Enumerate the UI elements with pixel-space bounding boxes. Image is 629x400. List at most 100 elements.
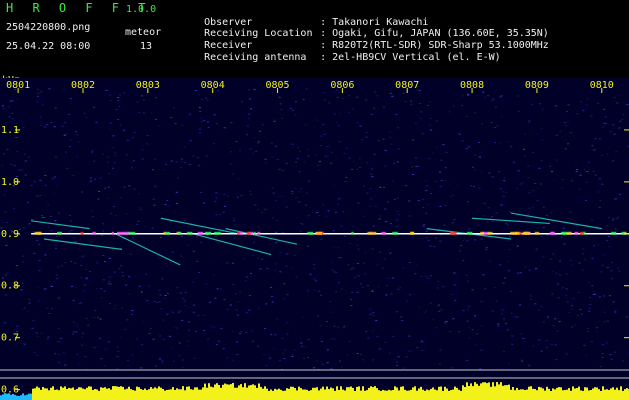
noise-speckle <box>451 222 454 224</box>
activity-bar <box>574 388 576 400</box>
noise-speckle <box>257 142 260 144</box>
activity-bar <box>452 389 454 400</box>
activity-bar <box>400 386 402 400</box>
noise-speckle <box>253 137 256 139</box>
noise-speckle <box>192 250 195 252</box>
noise-speckle <box>376 264 379 266</box>
noise-speckle <box>196 261 199 262</box>
activity-bar <box>424 390 426 400</box>
noise-speckle <box>581 269 584 271</box>
noise-speckle <box>133 131 136 133</box>
noise-speckle <box>335 272 338 274</box>
noise-speckle <box>599 366 602 368</box>
noise-speckle <box>285 254 288 256</box>
activity-bar <box>326 386 328 400</box>
noise-speckle <box>125 213 128 215</box>
activity-bar <box>278 388 280 400</box>
noise-speckle <box>335 211 337 213</box>
noise-speckle <box>565 124 568 126</box>
noise-speckle <box>535 133 538 135</box>
noise-speckle <box>119 94 122 96</box>
noise-speckle <box>160 308 163 310</box>
noise-speckle <box>369 205 372 207</box>
noise-speckle <box>616 102 619 104</box>
activity-bar <box>570 390 572 400</box>
activity-bar <box>270 389 272 400</box>
noise-speckle <box>588 282 591 284</box>
noise-speckle <box>367 337 370 339</box>
noise-speckle <box>348 95 351 97</box>
activity-bar <box>152 388 154 400</box>
noise-speckle <box>459 250 461 252</box>
noise-speckle <box>107 341 110 343</box>
noise-speckle <box>196 157 199 159</box>
carrier-hotspot <box>410 231 415 235</box>
noise-speckle <box>316 119 319 121</box>
noise-speckle <box>101 153 104 155</box>
noise-speckle <box>189 140 192 142</box>
noise-speckle <box>331 269 334 271</box>
noise-speckle <box>519 304 522 306</box>
noise-speckle <box>497 323 500 325</box>
noise-speckle <box>155 97 158 99</box>
noise-speckle <box>39 124 42 126</box>
noise-speckle <box>558 320 561 322</box>
noise-speckle <box>133 188 136 190</box>
noise-speckle <box>71 285 74 287</box>
activity-bar <box>526 389 528 400</box>
noise-speckle <box>244 236 247 238</box>
noise-speckle <box>467 94 470 96</box>
noise-speckle <box>50 122 53 124</box>
activity-bar <box>92 390 94 400</box>
activity-bar <box>440 386 442 400</box>
carrier-hotspot <box>239 231 243 235</box>
activity-bar <box>244 383 246 400</box>
noise-speckle <box>21 282 24 284</box>
noise-speckle <box>37 92 40 94</box>
noise-speckle <box>440 309 443 310</box>
noise-speckle <box>68 214 71 216</box>
noise-speckle <box>382 138 385 140</box>
noise-speckle <box>140 367 143 369</box>
activity-bar <box>466 382 468 400</box>
noise-speckle <box>91 150 94 152</box>
noise-speckle <box>567 143 570 145</box>
noise-speckle <box>275 231 278 233</box>
noise-speckle <box>480 171 483 173</box>
noise-speckle <box>430 129 433 131</box>
noise-speckle <box>597 102 600 104</box>
activity-bar <box>156 388 158 400</box>
activity-bar <box>502 385 504 400</box>
noise-speckle <box>26 201 29 203</box>
noise-speckle <box>333 271 336 273</box>
noise-speckle <box>468 305 471 307</box>
noise-speckle <box>603 108 606 110</box>
noise-speckle <box>396 219 399 221</box>
noise-speckle <box>6 148 9 150</box>
noise-speckle <box>337 326 339 328</box>
activity-bar <box>470 383 472 400</box>
noise-speckle <box>313 367 316 369</box>
noise-speckle <box>382 106 385 108</box>
activity-bar <box>560 387 562 400</box>
noise-speckle <box>78 303 81 305</box>
activity-bar <box>480 383 482 400</box>
noise-speckle <box>179 292 182 294</box>
activity-bar <box>312 387 314 400</box>
activity-bar <box>334 390 336 400</box>
activity-bar <box>256 387 258 400</box>
noise-speckle <box>596 225 599 227</box>
carrier-hotspot <box>392 231 398 235</box>
noise-speckle <box>422 225 425 227</box>
noise-speckle <box>387 277 390 279</box>
noise-speckle <box>434 237 437 239</box>
noise-speckle <box>551 293 554 295</box>
noise-speckle <box>124 328 127 330</box>
noise-speckle <box>93 347 96 349</box>
noise-speckle <box>614 228 617 230</box>
noise-speckle <box>182 359 185 361</box>
noise-speckle <box>417 200 420 202</box>
noise-speckle <box>371 248 374 250</box>
noise-speckle <box>358 158 361 160</box>
noise-speckle <box>239 291 241 293</box>
